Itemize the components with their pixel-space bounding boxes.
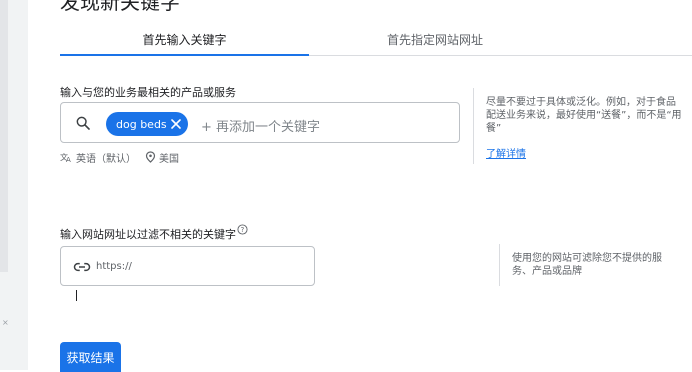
targeting-row: 文 A 英语（默认） 美国 (60, 150, 179, 165)
location-pin-icon (145, 151, 156, 163)
translate-icon: 文 A (60, 152, 71, 163)
tab-start-with-website[interactable]: 首先指定网站网址 (320, 22, 550, 56)
keyword-chip-label: dog beds (116, 117, 167, 131)
active-tab-indicator (60, 54, 309, 56)
keywords-hint-line: 配送业务来说，最好使用“送餐”，而不是“用 (486, 110, 682, 121)
keywords-hint-line: 餐” (486, 123, 502, 134)
page-title: 发现新关键字 (60, 0, 180, 14)
search-icon (76, 116, 90, 130)
get-results-button[interactable]: 获取结果 (60, 342, 121, 372)
tab-bar: 首先输入关键字 首先指定网站网址 (60, 22, 692, 56)
url-hint-line: 务、产品或品牌 (512, 266, 582, 277)
close-icon[interactable] (170, 118, 182, 130)
text-caret (76, 290, 77, 301)
hint-divider (473, 88, 474, 164)
left-rail: × (0, 0, 28, 370)
website-filter-label: 输入网站网址以过滤不相关的关键字 (60, 228, 236, 241)
left-rail-scroll-region (0, 0, 8, 272)
add-keyword-input[interactable]: + 再添加一个关键字 (201, 116, 320, 135)
website-url-box[interactable] (60, 246, 315, 286)
keywords-input-box[interactable]: dog beds + 再添加一个关键字 (60, 102, 460, 143)
keyword-chip[interactable]: dog beds (106, 112, 188, 136)
rail-mark: × (2, 318, 9, 327)
link-icon (73, 262, 91, 272)
location-value[interactable]: 美国 (159, 150, 179, 165)
url-hint: 使用您的网站可滤除您不提供的服 务、产品或品牌 (512, 252, 692, 278)
url-hint-divider (499, 244, 500, 286)
website-url-input[interactable] (96, 255, 306, 277)
language-value[interactable]: 英语（默认） (76, 150, 136, 165)
learn-more-link[interactable]: 了解详情 (486, 145, 526, 160)
keywords-hint-line: 尽量不要过于具体或泛化。例如，对于食品 (486, 97, 676, 108)
tab-start-with-keywords[interactable]: 首先输入关键字 (60, 22, 309, 56)
help-circle-icon[interactable]: ? (237, 224, 248, 235)
url-hint-line: 使用您的网站可滤除您不提供的服 (512, 253, 662, 264)
keywords-hint: 尽量不要过于具体或泛化。例如，对于食品 配送业务来说，最好使用“送餐”，而不是“… (486, 96, 692, 135)
svg-text:A: A (66, 156, 71, 163)
keywords-label: 输入与您的业务最相关的产品或服务 (60, 86, 236, 99)
svg-text:?: ? (241, 226, 245, 234)
